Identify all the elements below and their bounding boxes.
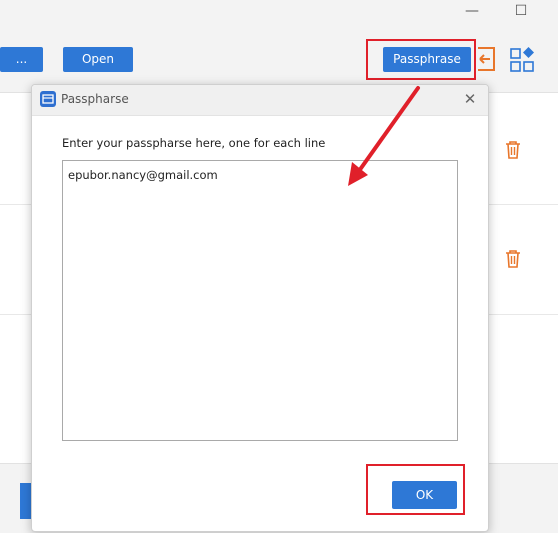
annotation-arrow [348,86,420,186]
